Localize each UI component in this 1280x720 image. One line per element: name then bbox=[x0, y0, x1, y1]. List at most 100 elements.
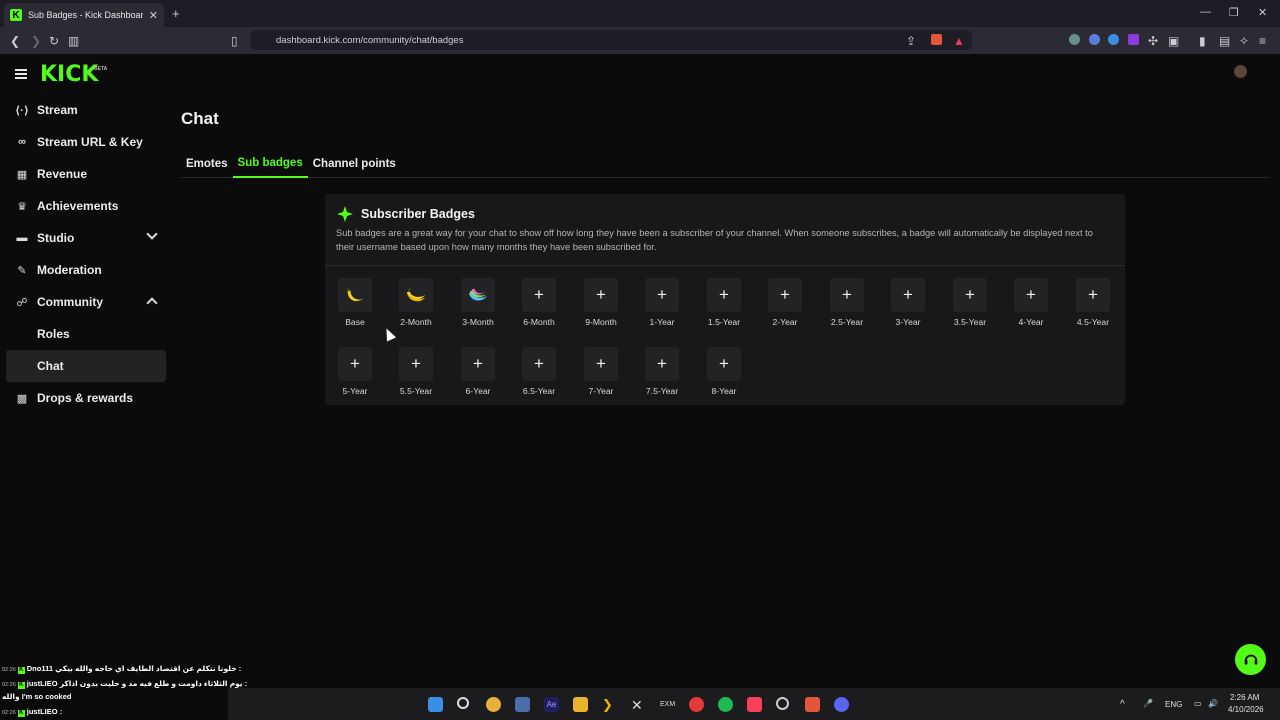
address-bar[interactable]: dashboard.kick.com/community/chat/badges bbox=[250, 30, 972, 50]
network-icon[interactable]: ▭ bbox=[1194, 699, 1202, 708]
sidebar-item-revenue[interactable]: ▦ Revenue bbox=[6, 158, 166, 190]
plus-icon[interactable]: + bbox=[522, 278, 556, 312]
sidebar-item-chat[interactable]: Chat bbox=[6, 350, 166, 382]
avatar[interactable] bbox=[1234, 65, 1247, 78]
close-icon[interactable]: ✕ bbox=[149, 9, 158, 22]
after-effects-icon[interactable]: Ae bbox=[544, 697, 559, 712]
app-icon[interactable] bbox=[486, 697, 501, 712]
wallet-icon[interactable]: ▤ bbox=[1219, 34, 1230, 48]
brave-shield-icon[interactable] bbox=[931, 34, 942, 45]
maximize-icon[interactable]: ❐ bbox=[1229, 6, 1239, 19]
kick-logo[interactable]: KICK bbox=[40, 62, 98, 87]
discord-icon[interactable] bbox=[834, 697, 849, 712]
tab-emotes[interactable]: Emotes bbox=[181, 150, 233, 178]
app-icon[interactable] bbox=[689, 697, 704, 712]
app-icon[interactable]: ❯ bbox=[602, 697, 617, 712]
badge-image[interactable] bbox=[461, 278, 495, 312]
badge-slot-3-5-year[interactable]: + 3.5-Year bbox=[940, 278, 1000, 327]
sidebar-item-achievements[interactable]: ♛ Achievements bbox=[6, 190, 166, 222]
screenshot-icon[interactable]: ▣ bbox=[1168, 34, 1179, 48]
tab-sub-badges[interactable]: Sub badges bbox=[232, 150, 308, 178]
plus-icon[interactable]: + bbox=[707, 278, 741, 312]
bookmark-icon[interactable]: ▯ bbox=[231, 34, 238, 48]
share-icon[interactable]: ⇪ bbox=[906, 34, 916, 48]
reload-icon[interactable]: ↻ bbox=[49, 34, 59, 48]
tab-channel-points[interactable]: Channel points bbox=[308, 150, 401, 178]
plus-icon[interactable]: + bbox=[461, 347, 495, 381]
sidebar-toggle-icon[interactable]: ▥ bbox=[68, 34, 79, 48]
badge-slot-2-5-year[interactable]: + 2.5-Year bbox=[817, 278, 877, 327]
plus-icon[interactable]: + bbox=[338, 347, 372, 381]
extensions-puzzle-icon[interactable]: ✣ bbox=[1148, 34, 1158, 48]
badge-slot-3-year[interactable]: + 3-Year bbox=[878, 278, 938, 327]
plus-icon[interactable]: + bbox=[584, 347, 618, 381]
brave-browser-icon[interactable] bbox=[805, 697, 820, 712]
badge-slot-2-month[interactable]: 2-Month bbox=[386, 278, 446, 327]
badge-slot-3-month[interactable]: 3-Month bbox=[448, 278, 508, 327]
badge-slot-8-year[interactable]: + 8-Year bbox=[694, 347, 754, 396]
app-icon[interactable] bbox=[776, 697, 789, 710]
badge-slot-6-year[interactable]: + 6-Year bbox=[448, 347, 508, 396]
sidebar-item-drops-rewards[interactable]: ▩ Drops & rewards bbox=[6, 382, 166, 414]
clock-time[interactable]: 2:26 AM bbox=[1230, 693, 1259, 702]
badge-slot-5-year[interactable]: + 5-Year bbox=[325, 347, 385, 396]
plus-icon[interactable]: + bbox=[645, 347, 679, 381]
new-tab-icon[interactable]: + bbox=[172, 6, 180, 21]
plus-icon[interactable]: + bbox=[953, 278, 987, 312]
plus-icon[interactable]: + bbox=[584, 278, 618, 312]
windows-start-icon[interactable] bbox=[428, 697, 443, 712]
file-explorer-icon[interactable] bbox=[573, 697, 588, 712]
badge-slot-7-year[interactable]: + 7-Year bbox=[571, 347, 631, 396]
badge-slot-2-year[interactable]: + 2-Year bbox=[755, 278, 815, 327]
plus-icon[interactable]: + bbox=[768, 278, 802, 312]
sidebar-item-moderation[interactable]: ✎ Moderation bbox=[6, 254, 166, 286]
forward-icon[interactable]: ❯ bbox=[31, 34, 41, 48]
badge-slot-5-5-year[interactable]: + 5.5-Year bbox=[386, 347, 446, 396]
badge-slot-7-5-year[interactable]: + 7.5-Year bbox=[632, 347, 692, 396]
sidebar-panel-icon[interactable]: ▮ bbox=[1199, 34, 1206, 48]
help-support-button[interactable] bbox=[1235, 644, 1266, 675]
plus-icon[interactable]: + bbox=[522, 347, 556, 381]
menu-icon[interactable]: ≡ bbox=[1259, 34, 1266, 48]
microphone-icon[interactable]: 🎤 bbox=[1143, 699, 1153, 708]
extension-icon[interactable] bbox=[1069, 34, 1080, 45]
sidebar-item-stream-url-key[interactable]: ∞ Stream URL & Key bbox=[6, 126, 166, 158]
sidebar-item-studio[interactable]: ▬ Studio bbox=[6, 222, 166, 254]
browser-tab[interactable]: K Sub Badges - Kick Dashboard ✕ bbox=[4, 3, 164, 27]
plus-icon[interactable]: + bbox=[707, 347, 741, 381]
volume-icon[interactable]: 🔊 bbox=[1208, 699, 1218, 708]
badge-slot-4-year[interactable]: + 4-Year bbox=[1001, 278, 1061, 327]
badge-slot-9-month[interactable]: + 9-Month bbox=[571, 278, 631, 327]
clock-date[interactable]: 4/10/2026 bbox=[1228, 705, 1264, 714]
badge-slot-1-5-year[interactable]: + 1.5-Year bbox=[694, 278, 754, 327]
app-icon[interactable]: ✕ bbox=[631, 697, 646, 713]
minimize-icon[interactable]: — bbox=[1200, 6, 1211, 18]
search-icon[interactable] bbox=[457, 697, 469, 709]
plus-icon[interactable]: + bbox=[891, 278, 925, 312]
brave-rewards-icon[interactable]: ▲ bbox=[953, 34, 965, 48]
leo-ai-icon[interactable]: ✧ bbox=[1239, 34, 1249, 48]
badge-slot-base[interactable]: Base bbox=[325, 278, 385, 327]
badge-slot-4-5-year[interactable]: + 4.5-Year bbox=[1063, 278, 1123, 327]
extension-icon[interactable] bbox=[1108, 34, 1119, 45]
extension-icon[interactable] bbox=[1128, 34, 1139, 45]
spotify-icon[interactable] bbox=[718, 697, 733, 712]
plus-icon[interactable]: + bbox=[399, 347, 433, 381]
back-icon[interactable]: ❮ bbox=[10, 34, 20, 48]
sidebar-item-roles[interactable]: Roles bbox=[6, 318, 166, 350]
window-close-icon[interactable]: ✕ bbox=[1258, 6, 1267, 19]
music-icon[interactable] bbox=[747, 697, 762, 712]
plus-icon[interactable]: + bbox=[645, 278, 679, 312]
sidebar-item-stream[interactable]: ⟨·⟩ Stream bbox=[6, 94, 166, 126]
plus-icon[interactable]: + bbox=[1076, 278, 1110, 312]
plus-icon[interactable]: + bbox=[830, 278, 864, 312]
hamburger-menu-icon[interactable] bbox=[15, 69, 27, 81]
plus-icon[interactable]: + bbox=[1014, 278, 1048, 312]
badge-slot-6-5-year[interactable]: + 6.5-Year bbox=[509, 347, 569, 396]
chevron-up-icon[interactable]: ^ bbox=[1120, 699, 1125, 710]
app-icon[interactable] bbox=[515, 697, 530, 712]
badge-image[interactable] bbox=[338, 278, 372, 312]
extension-icon[interactable] bbox=[1089, 34, 1100, 45]
sidebar-item-community[interactable]: ☍ Community bbox=[6, 286, 166, 318]
badge-image[interactable] bbox=[399, 278, 433, 312]
